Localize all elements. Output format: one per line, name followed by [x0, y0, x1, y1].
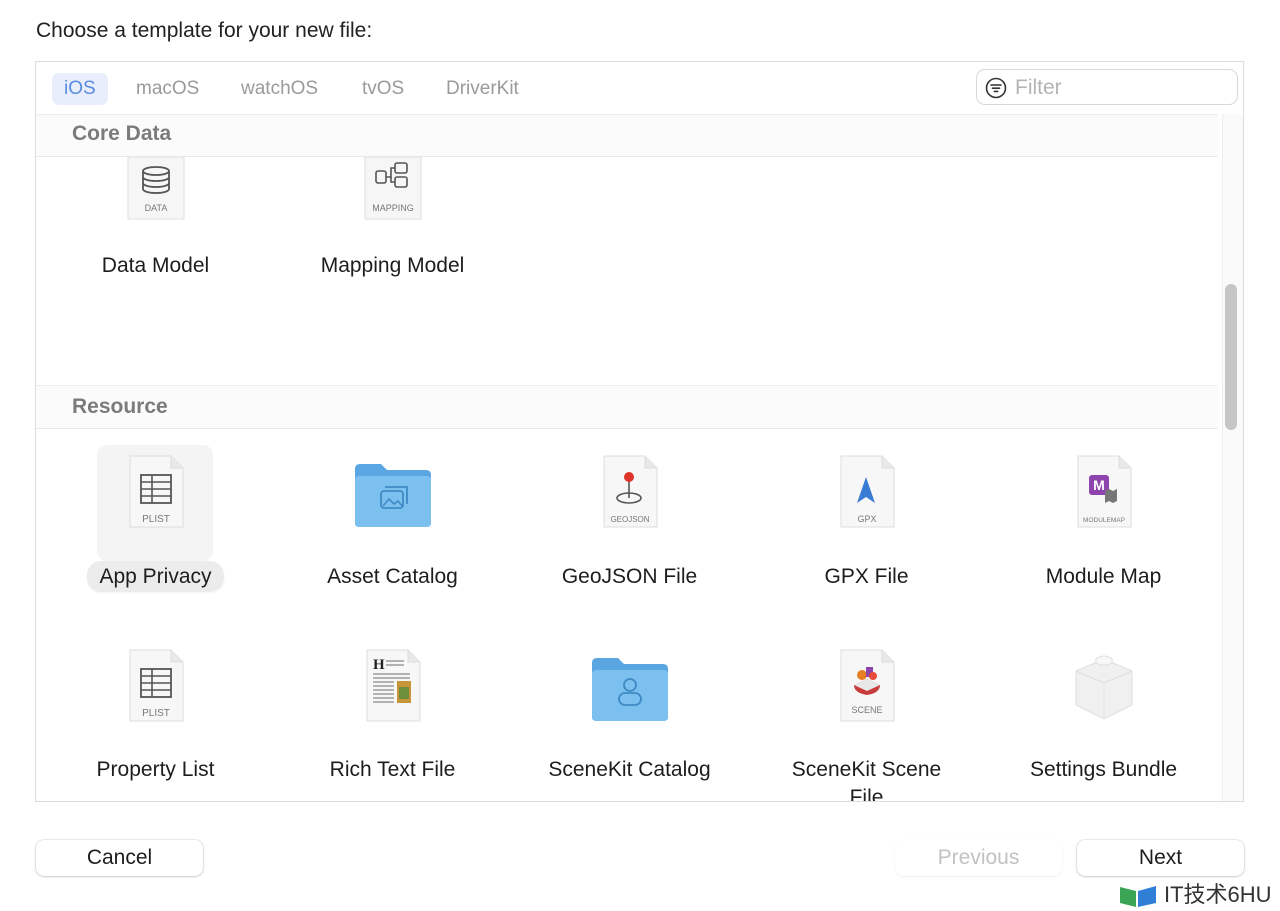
item-label: Asset Catalog	[327, 565, 458, 588]
svg-text:GPX: GPX	[857, 514, 876, 524]
template-module-map[interactable]: M MODULEMAP Module Map	[985, 455, 1218, 595]
filter-field[interactable]	[976, 69, 1238, 105]
tab-macos[interactable]: macOS	[124, 73, 211, 105]
template-property-list[interactable]: PLIST Property List	[37, 649, 274, 789]
plist-icon: PLIST	[129, 455, 183, 528]
filter-input[interactable]	[1013, 73, 1227, 103]
scrollbar-track[interactable]	[1222, 114, 1243, 801]
svg-text:MAPPING: MAPPING	[372, 203, 414, 213]
svg-text:PLIST: PLIST	[142, 708, 170, 719]
item-label: Property List	[96, 758, 215, 781]
template-app-privacy[interactable]: PLIST App Privacy	[37, 455, 274, 595]
section-header-core-data: Core Data	[37, 115, 1218, 157]
item-label: Rich Text File	[329, 758, 456, 781]
cancel-button[interactable]: Cancel	[36, 840, 203, 876]
svg-text:PLIST: PLIST	[142, 514, 170, 525]
template-data-model[interactable]: DATA Data Model	[37, 157, 274, 277]
prompt-title: Choose a template for your new file:	[36, 19, 373, 42]
svg-text:GEOJSON: GEOJSON	[610, 515, 649, 524]
template-gpx-file[interactable]: GPX GPX File	[748, 455, 985, 595]
template-geojson-file[interactable]: GEOJSON GeoJSON File	[511, 455, 748, 595]
gpx-icon: GPX	[840, 455, 894, 528]
item-label: App Privacy	[37, 561, 274, 592]
item-label: Mapping Model	[320, 254, 465, 277]
template-scenekit-catalog[interactable]: SceneKit Catalog	[511, 649, 748, 789]
tab-watchos[interactable]: watchOS	[229, 73, 330, 105]
template-scenekit-scene-file[interactable]: SCENE SceneKit Scene File	[748, 649, 985, 802]
folder-icon	[354, 464, 431, 527]
watermark: IT技术6HU	[1118, 877, 1272, 909]
watermark-logo-icon	[1120, 886, 1156, 908]
item-label: GPX File	[824, 565, 909, 588]
template-panel: iOS macOS watchOS tvOS DriverKit Core Da…	[35, 61, 1244, 802]
item-label: GeoJSON File	[561, 565, 698, 588]
mapping-icon: MAPPING	[364, 157, 421, 220]
template-asset-catalog[interactable]: Asset Catalog	[274, 455, 511, 595]
folder-icon	[591, 658, 668, 721]
next-button[interactable]: Next	[1077, 840, 1244, 876]
tab-tvos[interactable]: tvOS	[350, 73, 416, 105]
item-label: Data Model	[101, 254, 210, 277]
svg-text:SCENE: SCENE	[851, 705, 882, 715]
modulemap-icon: M MODULEMAP	[1077, 455, 1131, 528]
filter-icon	[985, 77, 1007, 99]
item-label-line2: File	[849, 786, 884, 802]
item-label: SceneKit Catalog	[548, 758, 711, 781]
template-mapping-model[interactable]: MAPPING Mapping Model	[274, 157, 511, 277]
template-settings-bundle[interactable]: Settings Bundle	[985, 649, 1218, 789]
scrollbar-thumb[interactable]	[1225, 284, 1237, 430]
database-icon: DATA	[127, 157, 184, 220]
plist-icon: PLIST	[129, 649, 183, 722]
tab-ios[interactable]: iOS	[52, 73, 108, 105]
platform-tabbar: iOS macOS watchOS tvOS DriverKit	[36, 62, 1243, 114]
item-label: Settings Bundle	[1029, 758, 1178, 781]
previous-button[interactable]: Previous	[895, 840, 1062, 876]
item-label: SceneKit Scene	[791, 758, 942, 781]
svg-text:M: M	[1093, 477, 1105, 493]
scene-icon: SCENE	[840, 649, 894, 722]
section-header-resource: Resource	[37, 385, 1218, 429]
geojson-icon: GEOJSON	[603, 455, 657, 528]
svg-text:DATA: DATA	[144, 203, 167, 213]
svg-text:H: H	[373, 657, 385, 673]
tab-driverkit[interactable]: DriverKit	[434, 73, 531, 105]
template-rich-text-file[interactable]: H Rich Text File	[274, 649, 511, 789]
richtext-icon: H	[366, 649, 420, 722]
svg-text:MODULEMAP: MODULEMAP	[1083, 517, 1125, 524]
template-list: Core Data DATA Data Model MAPPING Mappin…	[37, 114, 1218, 802]
bundle-icon	[1075, 655, 1132, 720]
item-label: Module Map	[1045, 565, 1162, 588]
